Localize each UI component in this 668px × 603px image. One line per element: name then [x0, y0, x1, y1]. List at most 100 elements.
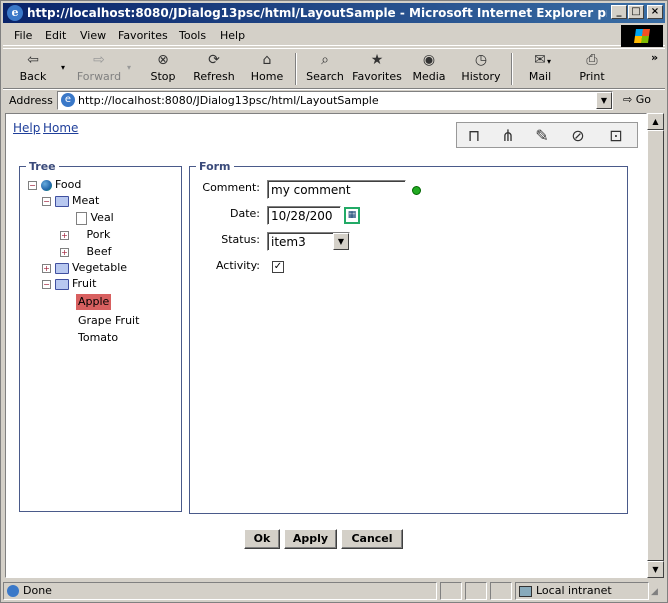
expand-icon[interactable]: +: [60, 230, 69, 240]
resize-grip-icon[interactable]: ◢: [651, 587, 658, 597]
media-button[interactable]: ◉ Media: [411, 51, 447, 89]
address-dropdown-icon[interactable]: ▼: [596, 92, 612, 109]
scroll-up-icon[interactable]: ▲: [647, 113, 664, 130]
forward-button[interactable]: ⇨ Forward: [73, 51, 125, 89]
layout-flow-icon[interactable]: ⋔: [495, 126, 521, 146]
toolbar: ⇦ Back ▾ ⇨ Forward ▾ ⊗ Stop ⟳ Refresh ⌂ Home …: [3, 48, 665, 89]
print-button[interactable]: ⎙ Print: [575, 51, 609, 89]
back-button[interactable]: ⇦ Back: [11, 51, 55, 89]
toolbar-overflow-button[interactable]: »: [651, 51, 658, 64]
refresh-icon: ⟳: [208, 52, 220, 68]
select-dropdown-icon[interactable]: ▼: [333, 233, 349, 250]
address-label: Address: [9, 94, 53, 107]
history-icon: ◷: [474, 52, 488, 68]
menu-file[interactable]: File: [14, 29, 32, 42]
help-link[interactable]: Help: [13, 121, 40, 135]
status-label: Status:: [221, 233, 260, 246]
forward-dropdown-icon[interactable]: ▾: [127, 63, 131, 72]
collapse-icon[interactable]: −: [28, 180, 37, 190]
status-bar: Done Local intranet ◢: [3, 581, 665, 601]
address-input[interactable]: e http://localhost:8080/JDialog13psc/htm…: [57, 91, 613, 110]
tree-node-apple[interactable]: Apple: [76, 294, 112, 310]
layout-box-icon[interactable]: ⊡: [603, 126, 629, 146]
status-panel: [465, 582, 487, 600]
address-bar: Address e http://localhost:8080/JDialog1…: [3, 89, 665, 111]
refresh-button[interactable]: ⟳ Refresh: [191, 51, 237, 89]
date-input[interactable]: 10/28/200: [267, 206, 341, 225]
scroll-down-icon[interactable]: ▼: [647, 561, 664, 578]
maximize-button[interactable]: □: [628, 5, 644, 19]
home-link[interactable]: Home: [43, 121, 78, 135]
page-done-icon: [7, 585, 19, 597]
apply-button[interactable]: Apply: [284, 529, 337, 549]
expand-icon[interactable]: +: [42, 263, 51, 273]
folder-icon: [54, 262, 69, 274]
tree-node-beef[interactable]: + Beef: [60, 244, 111, 260]
activity-checkbox[interactable]: ✓: [272, 261, 284, 273]
menu-view[interactable]: View: [80, 29, 106, 42]
expand-icon[interactable]: +: [60, 247, 69, 257]
menu-edit[interactable]: Edit: [45, 29, 66, 42]
security-zone-panel: Local intranet: [515, 582, 649, 600]
history-button[interactable]: ◷ History: [459, 51, 503, 89]
ok-button[interactable]: Ok: [244, 529, 280, 549]
scroll-thumb[interactable]: [647, 130, 664, 561]
menu-favorites[interactable]: Favorites: [118, 29, 168, 42]
comment-input[interactable]: my comment: [267, 180, 406, 199]
cancel-button[interactable]: Cancel: [341, 529, 403, 549]
home-icon: ⌂: [262, 52, 272, 68]
date-label: Date:: [230, 207, 260, 220]
tree-node-fruit[interactable]: − Fruit: [42, 276, 96, 292]
stop-button[interactable]: ⊗ Stop: [145, 51, 181, 89]
favorites-button[interactable]: ★ Favorites: [351, 51, 403, 89]
address-url: http://localhost:8080/JDialog13psc/html/…: [78, 94, 379, 107]
layout-north-icon[interactable]: ⊓: [461, 126, 487, 146]
status-indicator-icon: [412, 186, 421, 195]
layout-icon-strip: ⊓ ⋔ ✎ ⊘ ⊡: [456, 122, 638, 148]
tree-node-tomato[interactable]: Tomato: [78, 330, 118, 346]
calendar-icon[interactable]: ▦: [344, 207, 360, 224]
form-legend: Form: [199, 160, 231, 173]
mail-button[interactable]: ✉ Mail: [523, 51, 557, 89]
mail-dropdown-icon[interactable]: ▾: [547, 57, 551, 66]
search-button[interactable]: ⌕ Search: [305, 51, 345, 89]
minimize-button[interactable]: _: [611, 5, 627, 19]
tree-node-vegetable[interactable]: + Vegetable: [42, 260, 127, 276]
stop-icon: ⊗: [157, 52, 169, 68]
folder-icon: [54, 278, 69, 290]
layout-edit-icon[interactable]: ✎: [529, 126, 555, 146]
toolbar-separator: [511, 53, 513, 85]
go-button[interactable]: ⇨ Go: [623, 93, 651, 106]
tree-node-meat[interactable]: − Meat: [42, 193, 99, 209]
back-dropdown-icon[interactable]: ▾: [61, 63, 65, 72]
print-icon: ⎙: [586, 52, 598, 68]
home-button[interactable]: ⌂ Home: [247, 51, 287, 89]
status-select[interactable]: item3 ▼: [267, 232, 350, 251]
layout-split-icon[interactable]: ⊘: [565, 126, 591, 146]
tree-node-pork[interactable]: + Pork: [60, 227, 110, 243]
collapse-icon[interactable]: −: [42, 279, 51, 289]
back-arrow-icon: ⇦: [27, 52, 39, 68]
vertical-scrollbar[interactable]: ▲ ▼: [647, 113, 664, 578]
page-content: Help Home ⊓ ⋔ ✎ ⊘ ⊡ Tree − Food − Meat V…: [5, 113, 647, 578]
window-title: http://localhost:8080/JDialog13psc/html/…: [27, 6, 607, 20]
tree-node-veal[interactable]: Veal: [76, 210, 114, 226]
toolbar-separator: [295, 53, 297, 85]
status-panel: [440, 582, 462, 600]
folder-icon: [54, 195, 69, 207]
favorites-icon: ★: [370, 52, 384, 68]
menu-help[interactable]: Help: [220, 29, 245, 42]
collapse-icon[interactable]: −: [42, 196, 51, 206]
ie-logo-icon: e: [7, 5, 23, 21]
activity-label: Activity:: [215, 259, 260, 272]
comment-label: Comment:: [202, 181, 260, 194]
menu-tools[interactable]: Tools: [179, 29, 206, 42]
document-icon: [76, 211, 87, 225]
intranet-icon: [519, 585, 532, 597]
close-button[interactable]: ×: [647, 5, 663, 19]
forward-arrow-icon: ⇨: [93, 52, 105, 68]
tree-node-food[interactable]: − Food: [28, 177, 81, 193]
tree-node-grape-fruit[interactable]: Grape Fruit: [78, 313, 139, 329]
browser-window: e http://localhost:8080/JDialog13psc/htm…: [0, 0, 668, 603]
go-arrow-icon: ⇨: [623, 93, 633, 106]
